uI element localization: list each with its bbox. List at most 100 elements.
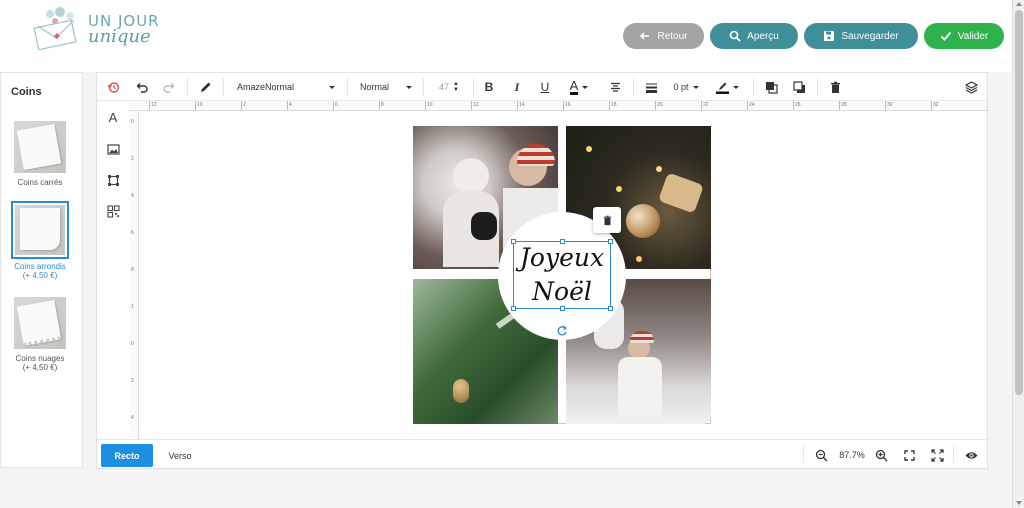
- resize-handle[interactable]: [560, 239, 565, 244]
- image-tool-button[interactable]: [105, 141, 121, 157]
- font-family-select[interactable]: AmazeNormal: [231, 73, 341, 101]
- ruler-tick-mark: [701, 101, 702, 110]
- underline-icon: U: [540, 80, 550, 94]
- rotate-handle-icon[interactable]: [556, 325, 568, 337]
- resize-handle[interactable]: [511, 306, 516, 311]
- page-scrollbar[interactable]: [1012, 0, 1024, 508]
- tab-verso[interactable]: Verso: [159, 444, 201, 467]
- preview-button[interactable]: Aperçu: [710, 23, 798, 49]
- underline-button[interactable]: U: [535, 73, 555, 101]
- validate-button[interactable]: Valider: [924, 23, 1004, 49]
- ruler-tick-label: 16: [565, 102, 571, 108]
- brand-logo[interactable]: UN JOUR unique: [30, 6, 190, 56]
- qr-tool-button[interactable]: [105, 203, 121, 219]
- undo-icon: [136, 82, 148, 93]
- stroke-color-button[interactable]: [709, 73, 745, 101]
- delete-element-button[interactable]: [593, 207, 621, 233]
- image-tool-icon: [106, 143, 120, 155]
- ruler-tick-mark: [655, 101, 656, 110]
- bold-icon: B: [484, 80, 494, 94]
- undo-button[interactable]: [131, 73, 151, 101]
- ruler-tick-label: 12: [473, 102, 479, 108]
- bold-button[interactable]: B: [479, 73, 499, 101]
- vertical-ruler: 024681024: [129, 111, 139, 439]
- resize-handle[interactable]: [511, 239, 516, 244]
- layers-button[interactable]: [961, 73, 981, 101]
- pen-button[interactable]: [195, 73, 215, 101]
- zoom-out-button[interactable]: [811, 440, 831, 470]
- delete-button[interactable]: [825, 73, 845, 101]
- history-button[interactable]: [103, 73, 123, 101]
- save-button[interactable]: Sauvegarder: [804, 23, 918, 49]
- ruler-tick-label: 12: [151, 102, 157, 108]
- ruler-tick-mark: [333, 101, 334, 110]
- zoom-in-button[interactable]: [871, 440, 891, 470]
- ruler-tick-label: 26: [795, 102, 801, 108]
- font-size-stepper[interactable]: 47 ▲ ▼: [431, 73, 467, 101]
- bring-front-icon: [765, 81, 778, 94]
- italic-button[interactable]: I: [507, 73, 527, 101]
- chevron-down-icon: [329, 85, 335, 89]
- ruler-tick-label: 1: [131, 304, 134, 310]
- selection-box[interactable]: [511, 239, 613, 311]
- ruler-tick-label: 4: [289, 102, 292, 108]
- corner-label-square: Coins carrés: [17, 178, 63, 187]
- ruler-tick-label: 0: [131, 341, 134, 347]
- redo-button[interactable]: [159, 73, 179, 101]
- scroll-down-icon[interactable]: [1016, 501, 1022, 505]
- corner-price-clouds: (+ 4,50 €): [22, 363, 58, 372]
- align-center-icon: [610, 82, 620, 92]
- back-button[interactable]: Retour: [623, 23, 704, 49]
- preview-toggle-button[interactable]: [961, 440, 981, 470]
- stepper-arrows-icon[interactable]: ▲ ▼: [453, 81, 459, 93]
- bring-front-button[interactable]: [761, 73, 781, 101]
- stroke-width-select[interactable]: 0 pt: [667, 73, 705, 101]
- trash-icon: [603, 215, 611, 225]
- corner-option-rounded[interactable]: Coins arrondis (+ 4,50 €): [11, 201, 69, 280]
- corner-option-square[interactable]: Coins carrés: [11, 121, 69, 187]
- scroll-up-icon[interactable]: [1016, 2, 1022, 6]
- ruler-tick-label: 2: [131, 378, 134, 384]
- editor-footer: Recto Verso 87.7%: [97, 439, 987, 469]
- scrollbar-thumb[interactable]: [1015, 10, 1023, 395]
- toolbar-divider: [473, 78, 474, 96]
- ruler-tick-label: 6: [335, 102, 338, 108]
- ruler-tick-label: 20: [657, 102, 663, 108]
- qr-code-icon: [106, 204, 120, 218]
- horizontal-ruler: 12 10 2 4 6 8 10 12 14 16 18 20 22 24 26 28 30 32: [129, 101, 987, 111]
- tab-recto[interactable]: Recto: [101, 444, 153, 467]
- fit-to-screen-button[interactable]: [899, 440, 919, 470]
- shape-tool-button[interactable]: [105, 172, 121, 188]
- top-bar: UN JOUR unique Retour Aperçu Sauvegarder…: [0, 0, 1012, 72]
- align-button[interactable]: [605, 73, 625, 101]
- resize-handle[interactable]: [560, 306, 565, 311]
- text-tool-button[interactable]: A: [105, 109, 121, 125]
- resize-handle[interactable]: [608, 306, 613, 311]
- text-color-button[interactable]: A: [561, 73, 597, 101]
- arrow-left-icon: [640, 32, 650, 40]
- font-family-value: AmazeNormal: [237, 82, 295, 92]
- line-weight-button[interactable]: [641, 73, 661, 101]
- card-editor: AmazeNormal Normal 47 ▲ ▼ B I U A 0 pt A…: [96, 72, 988, 469]
- history-icon: [106, 81, 119, 93]
- corner-price-rounded: (+ 4,50 €): [22, 271, 58, 280]
- ruler-tick-label: 30: [887, 102, 893, 108]
- resize-handle[interactable]: [608, 239, 613, 244]
- eye-icon: [965, 451, 977, 459]
- font-style-value: Normal: [360, 82, 390, 92]
- fullscreen-button[interactable]: [927, 440, 947, 470]
- card-canvas[interactable]: Joyeux Noël: [413, 126, 711, 424]
- corner-option-clouds[interactable]: Coins nuages (+ 4,50 €): [11, 297, 69, 372]
- footer-divider: [953, 445, 954, 463]
- zoom-level: 87.7%: [839, 450, 865, 460]
- ruler-tick-mark: [839, 101, 840, 110]
- toolbar-divider: [187, 78, 188, 96]
- ruler-tick-label: 2: [131, 156, 134, 162]
- ruler-tick-mark: [563, 101, 564, 110]
- send-back-button[interactable]: [789, 73, 809, 101]
- ruler-tick-mark: [241, 101, 242, 110]
- validate-label: Valider: [957, 30, 989, 42]
- ruler-tick-label: 8: [381, 102, 384, 108]
- font-style-select[interactable]: Normal: [355, 73, 417, 101]
- line-weight-icon: [645, 83, 657, 93]
